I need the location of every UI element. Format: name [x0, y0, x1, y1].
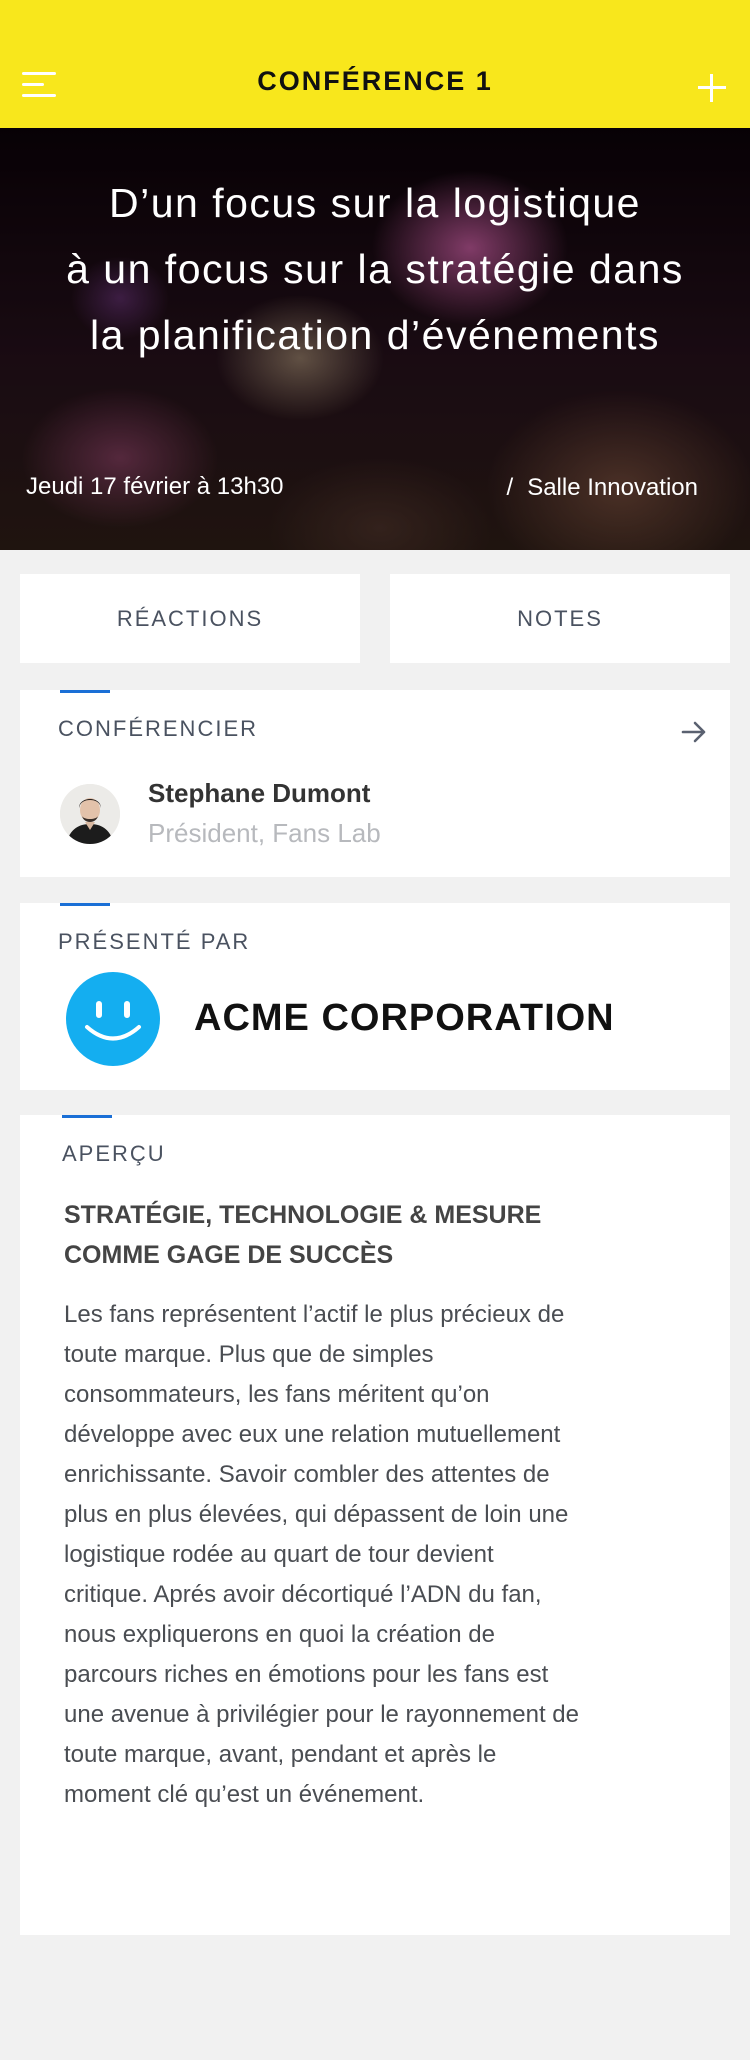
top-app-bar: CONFÉRENCE 1 [0, 0, 750, 128]
hero-banner: D’un focus sur la logistique à un focus … [0, 128, 750, 550]
sponsor-section-label: PRÉSENTÉ PAR [58, 929, 251, 954]
speaker-role: Président, Fans Lab [148, 818, 381, 848]
avatar [60, 784, 120, 844]
overview-section-label: APERÇU [62, 1141, 166, 1166]
session-title: D’un focus sur la logistique à un focus … [66, 180, 684, 358]
sponsor-name: ACME CORPORATION [194, 997, 615, 1039]
section-accent-line [60, 690, 110, 693]
room-name: Salle Innovation [527, 474, 698, 501]
overview-card: APERÇU STRATÉGIE, TECHNOLOGIE & MESURE C… [20, 1115, 730, 1935]
tab-reactions[interactable]: RÉACTIONS [20, 574, 360, 663]
session-date: Jeudi 17 février à 13h30 [26, 473, 284, 500]
overview-heading: STRATÉGIE, TECHNOLOGIE & MESURE COMME GA… [64, 1201, 542, 1269]
tab-notes[interactable]: NOTES [390, 574, 730, 663]
sponsor-card: PRÉSENTÉ PAR ACME CORPORATION [20, 903, 730, 1090]
arrow-right-icon[interactable] [680, 718, 708, 746]
overview-description: Les fans représentent l’actif le plus pr… [64, 1301, 580, 1808]
smiley-logo-icon [66, 972, 160, 1066]
page-title: CONFÉRENCE 1 [257, 66, 493, 96]
session-room: / Salle Innovation [507, 474, 698, 502]
speaker-card[interactable]: CONFÉRENCIER Stephane Dumont Président, … [20, 690, 730, 877]
section-accent-line [60, 903, 110, 906]
section-accent-line [62, 1115, 112, 1118]
plus-icon[interactable] [698, 74, 726, 102]
speaker-name[interactable]: Stephane Dumont [148, 778, 370, 809]
speaker-section-label: CONFÉRENCIER [58, 716, 259, 741]
room-separator: / [506, 474, 514, 501]
